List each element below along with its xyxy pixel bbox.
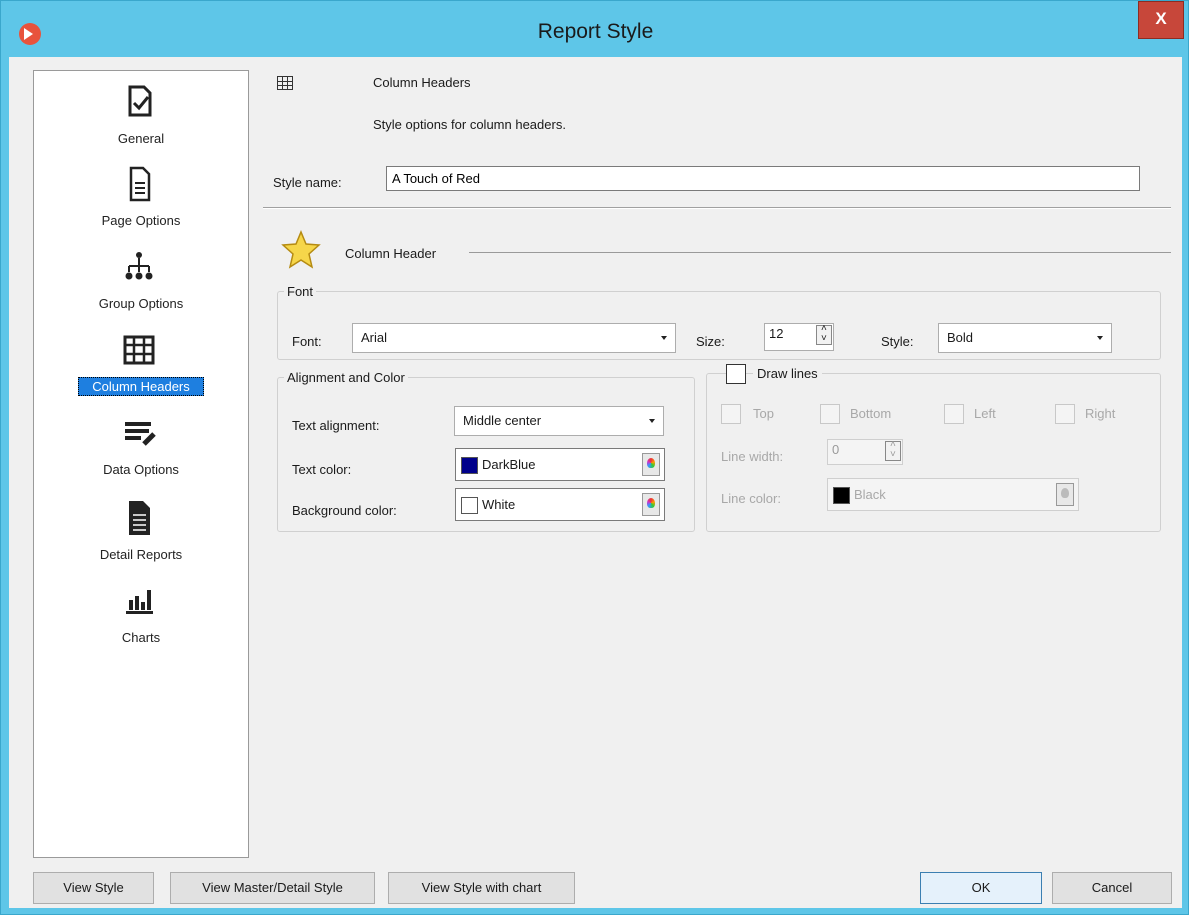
font-select-value: Arial [361, 330, 388, 345]
color-swatch [461, 497, 478, 514]
font-select[interactable]: Arial [352, 323, 676, 353]
text-alignment-label: Text alignment: [292, 418, 380, 433]
bar-chart-icon [126, 590, 153, 614]
font-group: Font Font: Arial Size: 12 Style: Bold [277, 284, 1161, 360]
sidebar-item-group-options[interactable]: Group Options [34, 248, 248, 328]
window-title: Report Style [537, 20, 654, 43]
line-color-value: Black [854, 487, 886, 502]
sidebar-item-data-options[interactable]: Data Options [34, 414, 248, 494]
line-color-label: Line color: [721, 491, 781, 506]
cancel-button[interactable]: Cancel [1052, 872, 1172, 904]
color-picker-icon[interactable] [1056, 483, 1074, 506]
size-value: 12 [769, 326, 784, 341]
top-line-checkbox[interactable] [721, 404, 741, 424]
sidebar-item-label: Group Options [98, 296, 184, 311]
sidebar-item-label: Column Headers [78, 377, 204, 396]
color-swatch [461, 457, 478, 474]
sidebar-item-detail-reports[interactable]: Detail Reports [34, 499, 248, 579]
chevron-down-icon [1097, 336, 1103, 340]
sidebar-item-column-headers[interactable]: Column Headers [34, 331, 248, 411]
close-button[interactable]: X [1138, 1, 1184, 39]
sidebar-item-general[interactable]: General [34, 83, 248, 163]
style-select-value: Bold [947, 330, 974, 345]
report-style-window: Report Style X General Page Options Grou… [0, 0, 1189, 915]
style-name-input[interactable] [386, 166, 1140, 191]
alignment-color-group: Alignment and Color Text alignment: Midd… [277, 370, 695, 532]
page-icon [129, 166, 151, 202]
sidebar-item-label: Detail Reports [99, 547, 183, 562]
dialog-body: General Page Options Group Options Colum… [9, 57, 1182, 908]
text-color-value: DarkBlue [482, 457, 536, 472]
right-line-checkbox[interactable] [1055, 404, 1075, 424]
background-color-label: Background color: [292, 503, 397, 518]
divider [263, 207, 1171, 209]
hierarchy-icon [125, 252, 153, 280]
right-line-label: Right [1085, 406, 1116, 421]
page-title: Column Headers [373, 75, 471, 90]
text-color-label: Text color: [292, 462, 352, 477]
sidebar: General Page Options Group Options Colum… [33, 70, 249, 858]
alignment-group-legend: Alignment and Color [287, 370, 405, 385]
table-icon [123, 335, 155, 365]
view-style-button[interactable]: View Style [33, 872, 154, 904]
background-color-value: White [482, 497, 516, 512]
sidebar-item-page-options[interactable]: Page Options [34, 165, 248, 245]
draw-lines-group: Draw lines Top Bottom Left Right Line wi… [706, 364, 1161, 532]
view-style-with-chart-button[interactable]: View Style with chart [388, 872, 575, 904]
sidebar-item-label: Charts [121, 630, 161, 645]
ok-button[interactable]: OK [920, 872, 1042, 904]
title-bar: Report Style X [1, 1, 1189, 59]
view-master-detail-style-button[interactable]: View Master/Detail Style [170, 872, 375, 904]
bottom-line-checkbox[interactable] [820, 404, 840, 424]
color-swatch [833, 487, 850, 504]
star-icon [281, 230, 321, 269]
draw-lines-label: Draw lines [753, 366, 822, 381]
document-icon [129, 501, 150, 535]
style-select[interactable]: Bold [938, 323, 1112, 353]
line-color-picker[interactable]: Black [827, 478, 1079, 511]
text-alignment-select[interactable]: Middle center [454, 406, 664, 436]
size-label: Size: [696, 334, 725, 349]
style-name-label: Style name: [273, 175, 342, 190]
table-icon [277, 76, 293, 90]
style-label: Style: [881, 334, 914, 349]
sidebar-item-label: Data Options [103, 462, 179, 477]
bottom-line-label: Bottom [850, 406, 892, 421]
stepper-arrows-icon[interactable] [816, 323, 832, 345]
color-picker-icon[interactable] [642, 453, 660, 476]
general-icon [128, 85, 152, 117]
color-picker-icon[interactable] [642, 493, 660, 516]
sidebar-item-label: Page Options [101, 213, 181, 228]
sidebar-item-label: General [117, 131, 165, 146]
divider [469, 252, 1171, 253]
font-group-legend: Font [287, 284, 314, 299]
chevron-down-icon [649, 419, 655, 423]
font-label: Font: [292, 334, 322, 349]
page-description: Style options for column headers. [373, 117, 566, 132]
line-width-stepper[interactable]: 0 [827, 439, 903, 465]
left-line-label: Left [974, 406, 996, 421]
top-line-label: Top [753, 406, 774, 421]
size-stepper[interactable]: 12 [764, 323, 834, 351]
text-color-picker[interactable]: DarkBlue [455, 448, 665, 481]
left-line-checkbox[interactable] [944, 404, 964, 424]
line-width-label: Line width: [721, 449, 784, 464]
text-alignment-value: Middle center [463, 413, 542, 428]
stepper-arrows-icon[interactable] [885, 439, 901, 461]
chevron-down-icon [661, 336, 667, 340]
sidebar-item-charts[interactable]: Charts [34, 582, 248, 662]
draw-lines-checkbox[interactable] [726, 364, 746, 384]
section-title: Column Header [345, 246, 437, 261]
list-edit-icon [125, 422, 156, 446]
background-color-picker[interactable]: White [455, 488, 665, 521]
line-width-value: 0 [832, 442, 840, 457]
